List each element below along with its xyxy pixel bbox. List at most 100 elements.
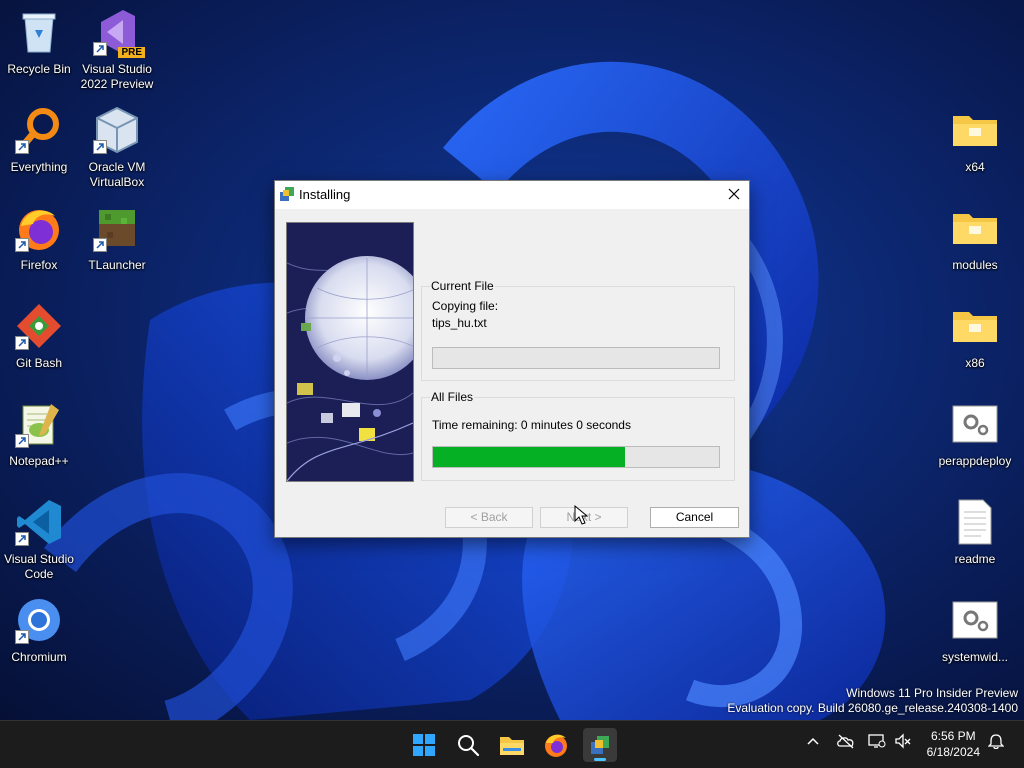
desktop-icon-label: Notepad++: [9, 454, 69, 468]
network-icon[interactable]: [868, 733, 886, 749]
firefox-taskbar-button[interactable]: [539, 728, 573, 762]
taskbar: 6:56 PM 6/18/2024: [0, 720, 1024, 768]
show-hidden-icons-chevron-icon[interactable]: [805, 733, 821, 749]
visual-studio-icon: PRE: [93, 8, 145, 58]
all-files-group-title: All Files: [430, 390, 475, 404]
desktop-icon-firefox[interactable]: Firefox: [0, 204, 81, 273]
chromium-icon: [15, 596, 63, 644]
desktop-icon-label: Git Bash: [15, 356, 63, 370]
desktop-icon-label: Recycle Bin: [7, 62, 71, 76]
back-button[interactable]: < Back: [445, 507, 533, 528]
desktop-icon-chromium[interactable]: Chromium: [0, 596, 81, 665]
current-file-group: Current File Copying file: tips_hu.txt: [421, 279, 735, 381]
shortcut-arrow-icon: [15, 630, 29, 644]
time-remaining-label: Time remaining: 0 minutes 0 seconds: [432, 418, 631, 432]
close-button[interactable]: [719, 181, 749, 207]
file-explorer-icon: [500, 737, 524, 755]
mouse-cursor-icon: [574, 505, 588, 525]
cancel-button[interactable]: Cancel: [650, 507, 739, 528]
desktop-icon-everything[interactable]: Everything: [0, 106, 81, 175]
all-files-progress-bar: [432, 446, 720, 468]
virtualbox-icon: [93, 106, 141, 154]
desktop-icon-label: Oracle VM VirtualBox: [88, 160, 146, 189]
desktop-icon-label: systemwid...: [941, 650, 1008, 664]
shortcut-arrow-icon: [15, 140, 29, 154]
notepad-plus-plus-icon: [15, 400, 63, 448]
shortcut-arrow-icon: [93, 238, 107, 252]
shortcut-arrow-icon: [93, 140, 107, 154]
git-bash-icon: [15, 302, 63, 350]
settings-file-icon: [951, 596, 999, 644]
desktop-icon-visual-studio-code[interactable]: Visual Studio Code: [0, 498, 81, 582]
windows-evaluation-watermark: Windows 11 Pro Insider Preview Evaluatio…: [727, 686, 1018, 716]
desktop-icon-visual-studio-2022-preview[interactable]: PRE Visual Studio 2022 Preview: [75, 8, 159, 92]
all-files-group: All Files Time remaining: 0 minutes 0 se…: [421, 390, 735, 481]
desktop-icon-label: TLauncher: [88, 258, 146, 272]
desktop-icon-recycle-bin[interactable]: Recycle Bin: [0, 8, 81, 77]
dialog-title: Installing: [299, 187, 351, 202]
desktop-icon-label: modules: [952, 258, 998, 272]
taskbar-clock[interactable]: 6:56 PM 6/18/2024: [927, 728, 980, 760]
desktop-icon-label: x86: [965, 356, 985, 370]
installer-taskbar-button[interactable]: [583, 728, 617, 762]
shortcut-arrow-icon: [15, 434, 29, 448]
close-icon: [728, 188, 740, 200]
desktop-icon-oracle-vm-virtualbox[interactable]: Oracle VM VirtualBox: [75, 106, 159, 190]
text-document-icon: [951, 498, 999, 546]
active-app-indicator: [594, 758, 606, 761]
clock-time: 6:56 PM: [930, 729, 976, 743]
installer-app-icon: [591, 736, 609, 754]
desktop-icon-label: Firefox: [20, 258, 58, 272]
current-file-group-title: Current File: [430, 279, 495, 293]
folder-icon: [951, 302, 999, 350]
shortcut-arrow-icon: [15, 238, 29, 252]
desktop-icon-label: perappdeploy: [938, 454, 1012, 468]
desktop-icon-label: Chromium: [11, 650, 67, 664]
shortcut-arrow-icon: [15, 532, 29, 546]
watermark-line-2: Evaluation copy. Build 26080.ge_release.…: [727, 701, 1018, 715]
preview-badge: PRE: [118, 47, 145, 58]
onedrive-offline-icon[interactable]: [836, 733, 856, 749]
desktop-icon-folder-x86[interactable]: x86: [933, 302, 1017, 371]
desktop-icon-label: readme: [954, 552, 996, 566]
shortcut-arrow-icon: [15, 336, 29, 350]
firefox-icon: [15, 204, 63, 252]
notifications-bell-icon[interactable]: [988, 733, 1004, 749]
desktop-icon-readme[interactable]: readme: [933, 498, 1017, 567]
copying-file-label: Copying file:: [432, 299, 499, 313]
folder-icon: [951, 106, 999, 154]
start-button[interactable]: [407, 728, 441, 762]
desktop-icon-label: Everything: [10, 160, 68, 174]
all-files-progress-fill: [433, 447, 625, 467]
installing-dialog: Installing Current File Copying file: ti…: [274, 180, 750, 538]
folder-icon: [951, 204, 999, 252]
vscode-icon: [15, 498, 63, 546]
desktop-icon-label: Visual Studio Code: [4, 552, 74, 581]
shortcut-arrow-icon: [93, 42, 107, 56]
clock-date: 6/18/2024: [926, 745, 980, 759]
search-button[interactable]: [451, 728, 485, 762]
desktop-icon-label: Visual Studio 2022 Preview: [80, 62, 154, 91]
tlauncher-grass-block-icon: [93, 204, 141, 252]
volume-muted-icon[interactable]: [894, 733, 912, 749]
dialog-titlebar[interactable]: Installing: [275, 181, 749, 209]
watermark-line-1: Windows 11 Pro Insider Preview: [846, 686, 1018, 700]
desktop-icon-notepad-plus-plus[interactable]: Notepad++: [0, 400, 81, 469]
everything-search-icon: [15, 106, 63, 154]
settings-file-icon: [951, 400, 999, 448]
search-icon: [458, 735, 480, 757]
desktop-icon-label: x64: [965, 160, 985, 174]
desktop-icon-folder-modules[interactable]: modules: [933, 204, 1017, 273]
desktop-icon-perappdeploy[interactable]: perappdeploy: [933, 400, 1017, 469]
desktop-icon-tlauncher[interactable]: TLauncher: [75, 204, 159, 273]
windows-start-icon: [413, 734, 435, 756]
recycle-bin-icon: [15, 8, 63, 56]
file-explorer-button[interactable]: [495, 728, 529, 762]
desktop-icon-folder-x64[interactable]: x64: [933, 106, 1017, 175]
firefox-icon: [545, 734, 567, 757]
installer-app-icon: [279, 186, 295, 205]
current-file-name: tips_hu.txt: [432, 316, 487, 330]
installer-side-image: [286, 222, 414, 482]
desktop-icon-git-bash[interactable]: Git Bash: [0, 302, 81, 371]
desktop-icon-systemwide[interactable]: systemwid...: [933, 596, 1017, 665]
